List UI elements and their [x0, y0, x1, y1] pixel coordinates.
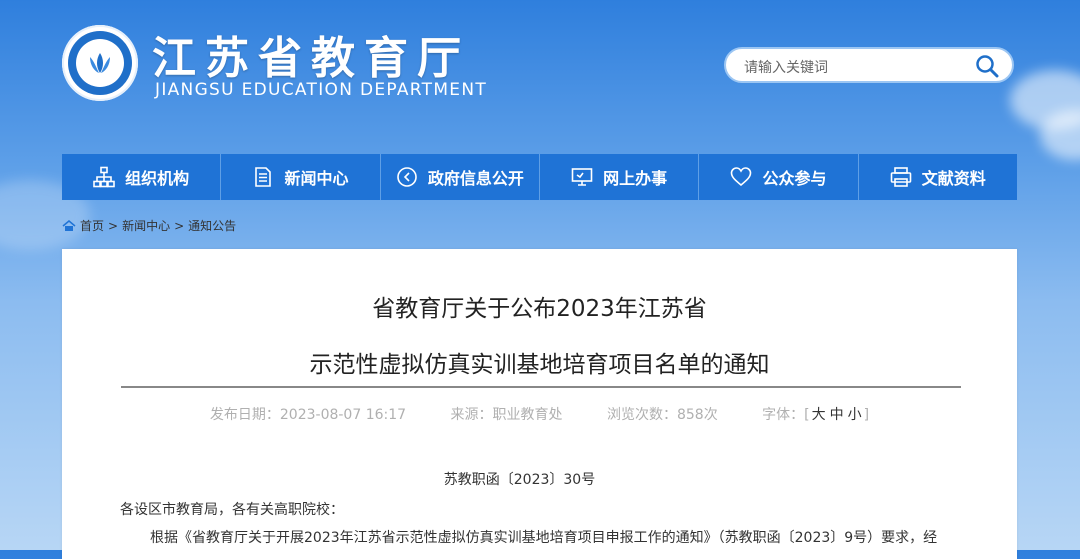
article-title-line1: 省教育厅关于公布2023年江苏省: [372, 296, 707, 322]
nav-label: 文献资料: [921, 169, 986, 188]
breadcrumb-home[interactable]: 首页: [80, 217, 104, 234]
search-icon[interactable]: [974, 54, 1000, 78]
article-panel: 省教育厅关于公布2023年江苏省 示范性虚拟仿真实训基地培育项目名单的通知 发布…: [62, 249, 1017, 559]
salutation: 各设区市教育局，各有关高职院校：: [120, 502, 344, 518]
breadcrumb-separator: >: [108, 218, 119, 233]
nav-item-public-participation[interactable]: 公众参与: [699, 154, 859, 200]
nav-label: 政府信息公开: [427, 169, 524, 188]
article-title-line2: 示范性虚拟仿真实训基地培育项目名单的通知: [309, 352, 770, 378]
font-size-label: 字体：: [762, 407, 805, 423]
logo[interactable]: [62, 25, 138, 101]
font-large-button[interactable]: 大: [812, 407, 826, 423]
article-source: 来源：职业教育处: [450, 407, 563, 423]
printer-icon: [890, 167, 912, 187]
circle-arrow-icon: [397, 167, 417, 187]
document-number: 苏教职函〔2023〕30号: [443, 472, 596, 488]
nav-label: 新闻中心: [284, 169, 349, 188]
search-box: [724, 47, 1014, 83]
nav-item-organization[interactable]: 组织机构: [62, 154, 222, 200]
nav-item-documents[interactable]: 文献资料: [859, 154, 1017, 200]
breadcrumb: 首页 > 新闻中心 > 通知公告: [62, 217, 236, 234]
site-header: 江苏省教育厅 JIANGSU EDUCATION DEPARTMENT: [0, 0, 1080, 150]
org-chart-icon: [93, 166, 115, 188]
title-divider: [121, 386, 961, 388]
font-medium-button[interactable]: 中: [830, 407, 844, 423]
nav-item-online-service[interactable]: 网上办事: [540, 154, 700, 200]
breadcrumb-separator: >: [174, 218, 185, 233]
nav-label: 网上办事: [603, 169, 668, 188]
nav-item-gov-info[interactable]: 政府信息公开: [381, 154, 540, 200]
nav-label: 公众参与: [762, 169, 827, 188]
view-count: 浏览次数：858次: [606, 407, 718, 423]
font-small-button[interactable]: 小: [848, 407, 862, 423]
site-title: 江苏省教育厅: [152, 33, 470, 84]
breadcrumb-section[interactable]: 新闻中心: [122, 217, 170, 234]
font-size-switch: 字体：[大中小]: [762, 407, 870, 423]
body-paragraph: 根据《省教育厅关于开展2023年江苏省示范性虚拟仿真实训基地培育项目申报工作的通…: [150, 530, 938, 546]
monitor-icon: [571, 168, 593, 186]
search-input[interactable]: [742, 54, 966, 80]
home-icon: [62, 219, 76, 231]
heart-icon: [731, 167, 752, 187]
nav-label: 组织机构: [125, 169, 190, 188]
logo-emblem-icon: [90, 53, 110, 73]
nav-item-news[interactable]: 新闻中心: [221, 154, 381, 200]
main-nav: 组织机构 新闻中心 政府信息公开 网上办事 公众参与 文献资料: [62, 154, 1017, 200]
publish-date: 发布日期：2023-08-07 16:17: [209, 407, 407, 423]
document-icon: [255, 167, 272, 187]
breadcrumb-current[interactable]: 通知公告: [188, 217, 236, 234]
site-subtitle: JIANGSU EDUCATION DEPARTMENT: [155, 80, 488, 100]
article-meta: 发布日期：2023-08-07 16:17 来源：职业教育处 浏览次数：858次…: [62, 404, 1017, 424]
